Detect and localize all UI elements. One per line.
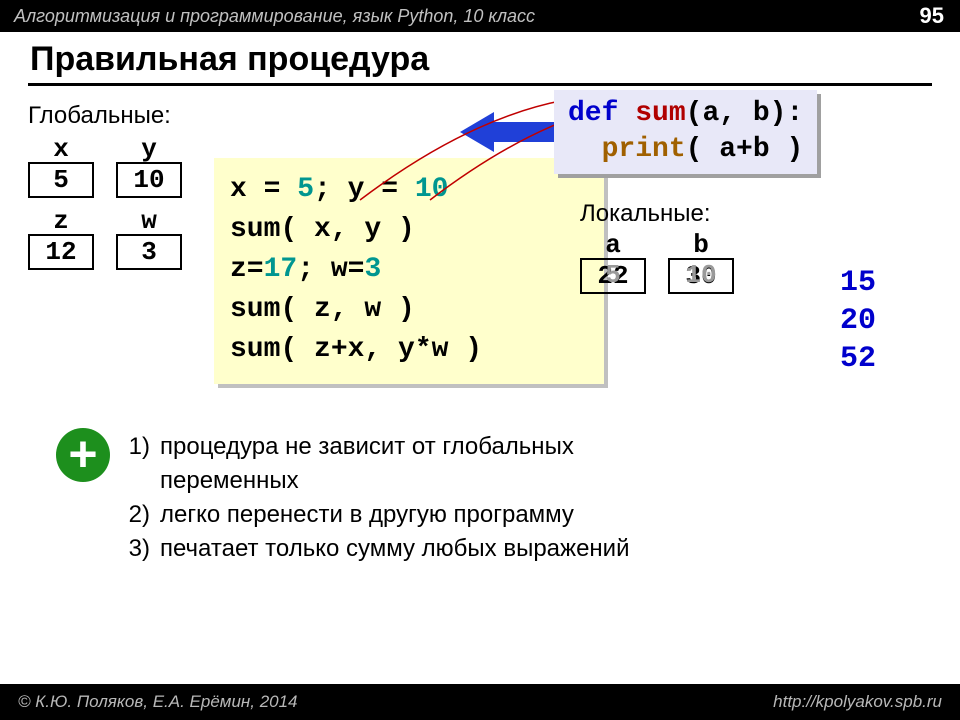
plus-icon: +	[56, 428, 110, 482]
code-line-5: sum( z+x, y*w )	[230, 330, 588, 370]
arrow-left-icon	[460, 112, 558, 152]
code-line-2: sum( x, y )	[230, 210, 588, 250]
var-y: y 10	[116, 134, 182, 198]
globals-block: Глобальные: x 5 y 10 z 12 w 3	[28, 102, 182, 270]
code-line-1: x = 5; y = 10	[230, 170, 588, 210]
page-title: Правильная процедура	[0, 32, 960, 83]
var-z: z 12	[28, 206, 94, 270]
globals-label: Глобальные:	[28, 102, 182, 130]
page-number: 95	[920, 0, 944, 32]
slide-header: Алгоритмизация и программирование, язык …	[0, 0, 960, 32]
result-1: 15	[840, 264, 876, 302]
footer-url: http://kpolyakov.spb.ru	[773, 684, 942, 720]
code-line-4: sum( z, w )	[230, 290, 588, 330]
list-item: 3) печатает только сумму любых выражений	[116, 532, 630, 566]
list-item: 2) легко перенести в другую программу	[116, 498, 630, 532]
locals-block: Локальные: a 5 22 b 10 30	[580, 200, 734, 294]
var-a: a 5 22	[580, 230, 646, 294]
code-block: x = 5; y = 10 sum( x, y ) z=17; w=3 sum(…	[214, 158, 604, 384]
content-area: Глобальные: x 5 y 10 z 12 w 3 x = 5; y =…	[0, 96, 960, 652]
list-item: 1) процедура не зависит от глобальных	[116, 430, 630, 464]
slide-footer: © К.Ю. Поляков, Е.А. Ерёмин, 2014 http:/…	[0, 684, 960, 720]
locals-label: Локальные:	[580, 200, 734, 228]
footer-authors: © К.Ю. Поляков, Е.А. Ерёмин, 2014	[18, 692, 298, 711]
var-b: b 10 30	[668, 230, 734, 294]
var-x: x 5	[28, 134, 94, 198]
code-line-3: z=17; w=3	[230, 250, 588, 290]
def-line-2: print( a+b )	[568, 132, 803, 168]
title-rule	[28, 83, 932, 86]
advantages-list: 1) процедура не зависит от глобальных пе…	[116, 430, 630, 566]
var-w: w 3	[116, 206, 182, 270]
result-2: 20	[840, 302, 876, 340]
list-item-cont: переменных	[116, 464, 630, 498]
course-title: Алгоритмизация и программирование, язык …	[14, 6, 535, 26]
def-line-1: def sum(a, b):	[568, 96, 803, 132]
def-block: def sum(a, b): print( a+b )	[554, 90, 817, 174]
results: 15 20 52	[840, 264, 876, 378]
result-3: 52	[840, 340, 876, 378]
